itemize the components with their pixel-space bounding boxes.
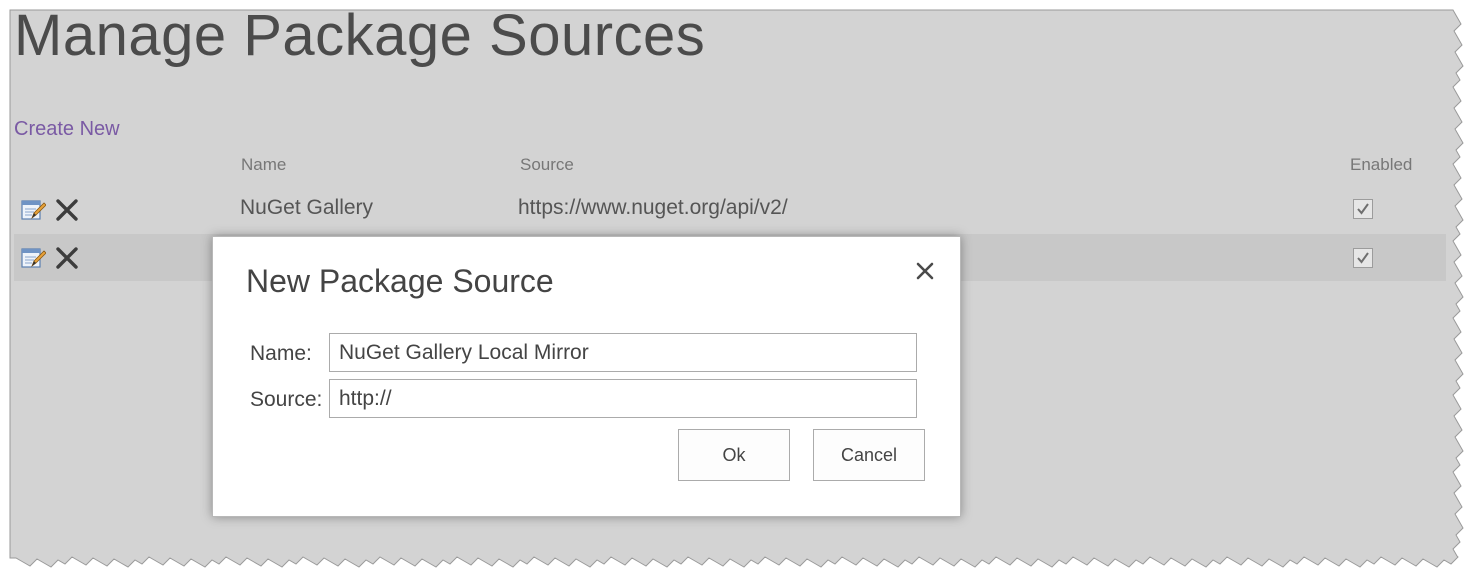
page-title: Manage Package Sources [14, 3, 706, 68]
close-icon[interactable] [913, 259, 937, 283]
create-new-link[interactable]: Create New [14, 118, 120, 141]
source-field-label: Source: [250, 388, 323, 411]
column-header-name: Name [241, 155, 287, 174]
name-field-label: Name: [250, 342, 312, 365]
delete-icon[interactable] [54, 197, 80, 223]
ok-button[interactable]: Ok [678, 429, 790, 481]
column-header-enabled: Enabled [1350, 155, 1413, 174]
source-input[interactable] [329, 379, 917, 418]
edit-icon[interactable] [20, 245, 47, 271]
row-name: NuGet Gallery [240, 196, 374, 219]
checkmark-icon [1357, 252, 1369, 264]
enabled-checkbox[interactable] [1353, 248, 1373, 268]
checkmark-icon [1357, 203, 1369, 215]
row-source: https://www.nuget.org/api/v2/ [518, 196, 788, 219]
column-header-source: Source [520, 155, 574, 174]
name-input[interactable] [329, 333, 917, 372]
edit-icon[interactable] [20, 197, 47, 223]
delete-icon[interactable] [54, 245, 80, 271]
screenshot-frame: Manage Package Sources Create New Name S… [0, 0, 1478, 586]
enabled-checkbox[interactable] [1353, 199, 1373, 219]
new-package-source-dialog: New Package Source Name: Source: Ok Canc… [212, 236, 961, 517]
dialog-title: New Package Source [246, 263, 554, 299]
cancel-button[interactable]: Cancel [813, 429, 925, 481]
